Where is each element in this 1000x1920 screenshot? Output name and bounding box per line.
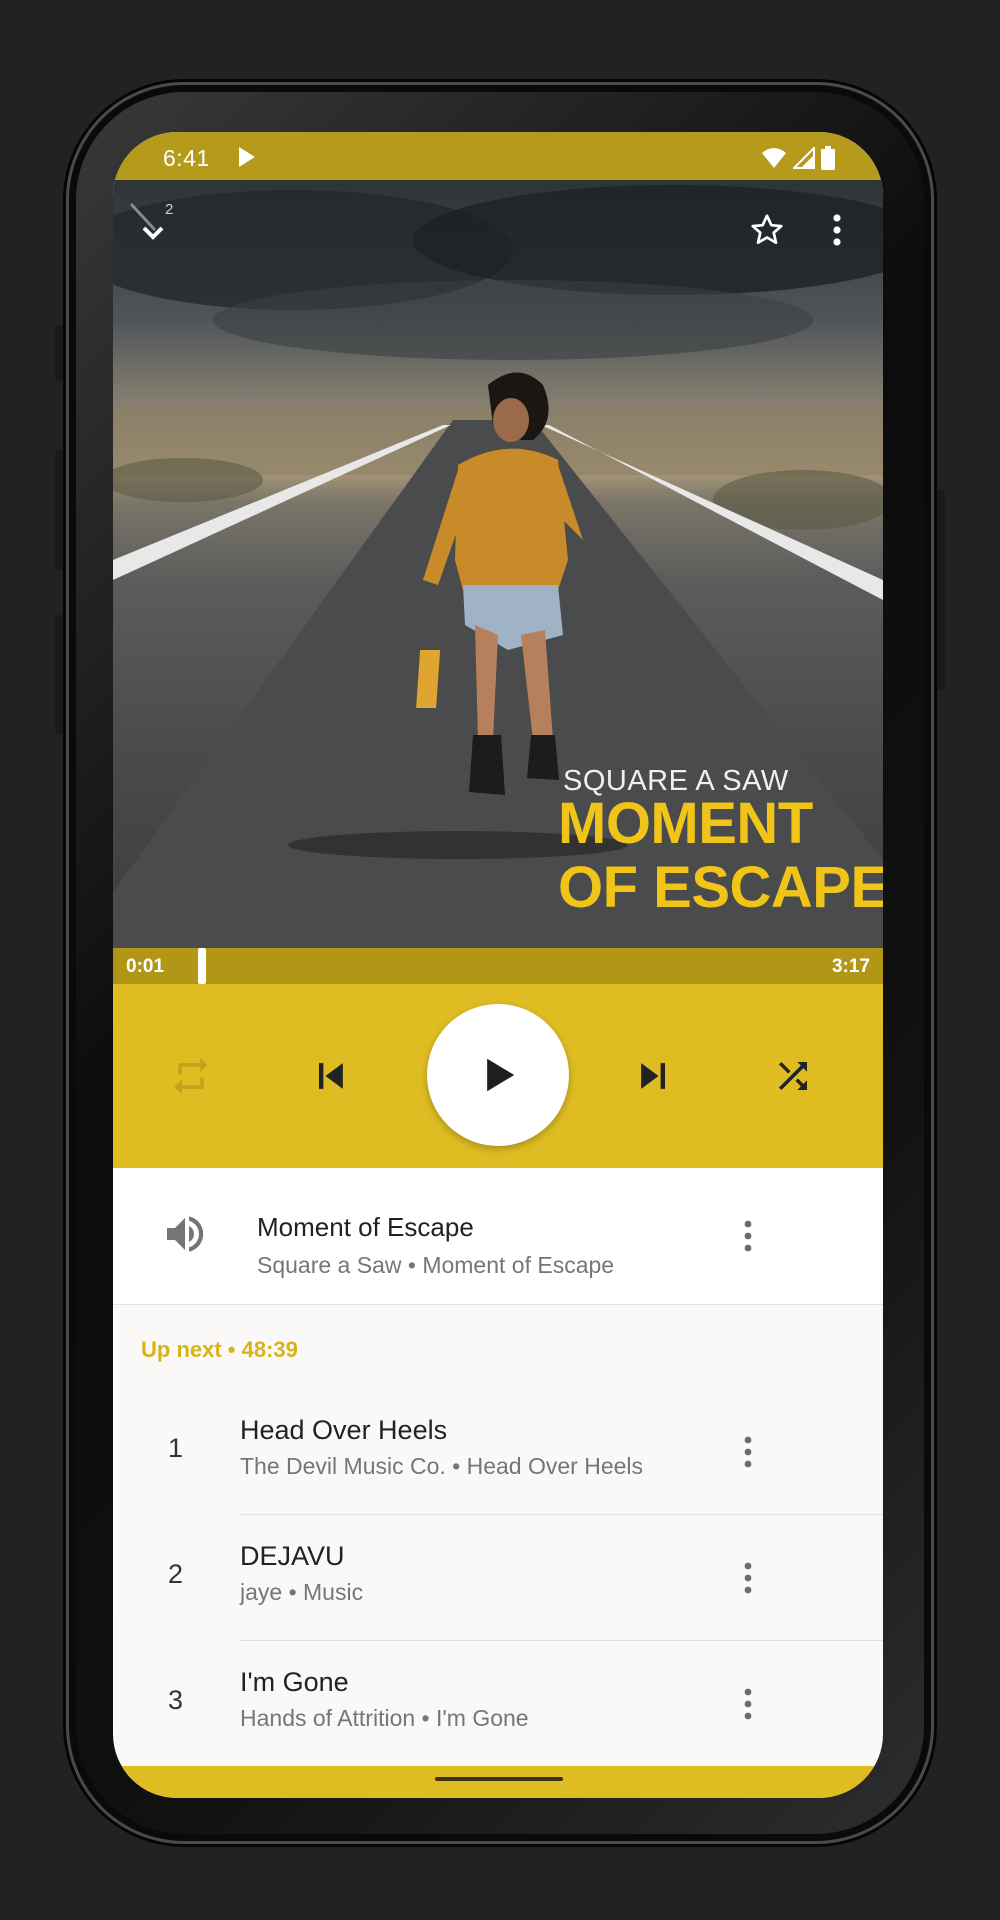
- next-button[interactable]: [624, 1046, 684, 1106]
- queue-item[interactable]: 1 Head Over Heels The Devil Music Co. • …: [113, 1389, 883, 1515]
- album-art-title: MOMENT OF ESCAPE: [558, 791, 883, 920]
- more-vert-icon: [744, 1688, 752, 1720]
- repeat-icon: [174, 1057, 208, 1095]
- album-art-title-line: MOMENT: [558, 791, 813, 856]
- queue-item-subtitle: Hands of Attrition • I'm Gone: [240, 1705, 529, 1731]
- battery-icon: [821, 146, 835, 175]
- status-icons: [761, 145, 835, 175]
- album-art-title-line: OF ESCAPE: [558, 855, 883, 920]
- phone-power-button: [934, 490, 945, 690]
- now-playing-subtitle: Square a Saw • Moment of Escape: [257, 1252, 615, 1278]
- navigation-bar: [113, 1766, 883, 1798]
- now-playing-row[interactable]: Moment of Escape Square a Saw • Moment o…: [113, 1168, 883, 1305]
- phone-side-button: [55, 325, 66, 381]
- queue-item-subtitle: jaye • Music: [240, 1579, 364, 1605]
- queue-item-menu-button[interactable]: [728, 1422, 768, 1482]
- queue-item-title: I'm Gone: [240, 1667, 349, 1697]
- queue-item-subtitle: The Devil Music Co. • Head Over Heels: [240, 1453, 644, 1479]
- up-next-header: Up next • 48:39: [141, 1337, 298, 1362]
- skip-previous-icon: [319, 1063, 343, 1089]
- status-time: 6:41: [163, 145, 210, 171]
- chevron-down-icon: 2: [129, 201, 173, 240]
- previous-button[interactable]: [300, 1046, 360, 1106]
- collapse-button[interactable]: 2: [125, 194, 181, 250]
- queue-item-title: Head Over Heels: [240, 1415, 448, 1445]
- seek-bar-fill: [113, 948, 117, 984]
- more-vert-icon: [744, 1436, 752, 1468]
- queue-item-menu-button[interactable]: [728, 1674, 768, 1734]
- queue-item[interactable]: 3 I'm Gone Hands of Attrition • I'm Gone: [113, 1641, 883, 1767]
- play-button[interactable]: [427, 1004, 569, 1146]
- favorite-button[interactable]: [739, 202, 795, 258]
- queue-item-title: DEJAVU: [240, 1541, 345, 1571]
- skip-next-icon: [641, 1063, 665, 1089]
- collapse-badge: 2: [165, 201, 173, 218]
- queue-item-number: 2: [168, 1559, 184, 1589]
- seek-bar[interactable]: 0:01 3:17: [113, 948, 883, 984]
- star-outline-icon: [751, 214, 783, 245]
- repeat-button[interactable]: [161, 1046, 221, 1106]
- queue-item-number: 3: [168, 1685, 184, 1715]
- stage: 6:41 SQUARE A SAW MOMENT OF ESCAPE 2 0:0…: [0, 0, 1000, 1920]
- now-playing-title: Moment of Escape: [257, 1212, 474, 1242]
- queue-item[interactable]: 2 DEJAVU jaye • Music: [113, 1515, 883, 1641]
- album-art: SQUARE A SAW MOMENT OF ESCAPE 2: [113, 180, 883, 948]
- queue-item-number: 1: [168, 1433, 184, 1463]
- home-indicator[interactable]: [435, 1777, 563, 1781]
- phone-screen: 6:41 SQUARE A SAW MOMENT OF ESCAPE 2 0:0…: [113, 132, 883, 1798]
- elapsed-time: 0:01: [126, 956, 165, 977]
- more-options-button[interactable]: [817, 202, 857, 258]
- queue-item-menu-button[interactable]: [728, 1548, 768, 1608]
- phone-volume-up-button: [55, 450, 66, 570]
- speaker-icon: [161, 1210, 209, 1263]
- phone-volume-down-button: [55, 615, 66, 735]
- play-icon: [237, 146, 257, 173]
- signal-icon: [791, 145, 815, 174]
- shuffle-button[interactable]: [763, 1046, 823, 1106]
- play-icon: [487, 1058, 515, 1092]
- more-vert-icon: [833, 214, 841, 246]
- more-vert-icon: [744, 1562, 752, 1594]
- more-vert-icon: [744, 1220, 752, 1252]
- now-playing-menu-button[interactable]: [728, 1206, 768, 1266]
- seek-bar-thumb[interactable]: [198, 948, 206, 984]
- playback-controls: [113, 984, 883, 1168]
- status-bar: 6:41: [113, 132, 883, 180]
- total-time: 3:17: [831, 956, 870, 977]
- wifi-icon: [761, 147, 787, 174]
- shuffle-icon: [779, 1062, 807, 1090]
